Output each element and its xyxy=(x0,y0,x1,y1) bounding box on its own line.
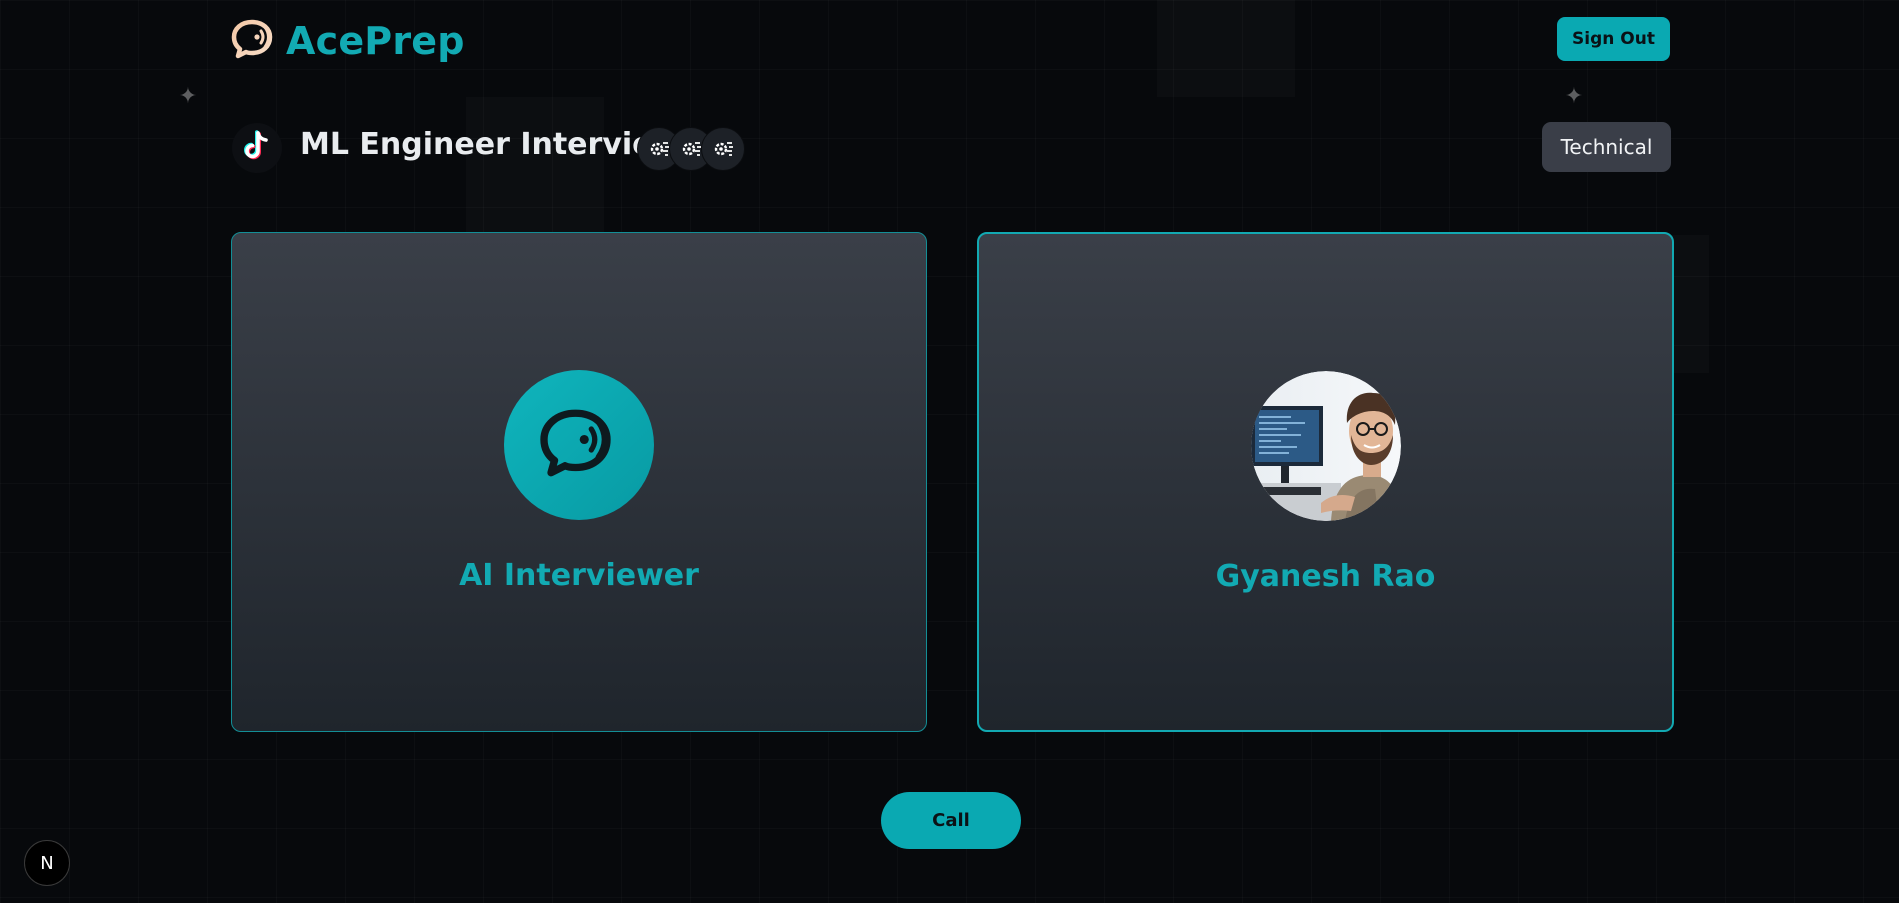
sparkle-icon: ✦ xyxy=(178,84,198,109)
brand-logo[interactable]: AcePrep xyxy=(230,18,465,64)
ai-interviewer-name: AI Interviewer xyxy=(459,558,699,593)
user-card: Gyanesh Rao xyxy=(977,232,1674,732)
sign-out-button[interactable]: Sign Out xyxy=(1557,17,1670,61)
brand-name: AcePrep xyxy=(286,19,465,63)
user-name: Gyanesh Rao xyxy=(1215,559,1436,594)
tech-stack-icons xyxy=(637,127,745,171)
interview-title: ML Engineer Interview xyxy=(300,127,681,162)
ai-avatar xyxy=(504,370,654,520)
tiktok-icon xyxy=(242,130,272,166)
chat-wave-icon xyxy=(230,18,278,64)
tech-icon xyxy=(701,127,745,171)
interview-type-badge: Technical xyxy=(1542,122,1671,172)
dev-tools-badge[interactable]: N xyxy=(24,840,70,886)
ai-interviewer-card: AI Interviewer xyxy=(231,232,927,732)
chat-wave-icon xyxy=(537,406,621,484)
user-avatar xyxy=(1250,371,1401,521)
call-button[interactable]: Call xyxy=(881,792,1021,849)
company-logo xyxy=(232,123,282,173)
sparkle-icon: ✦ xyxy=(1564,84,1584,109)
